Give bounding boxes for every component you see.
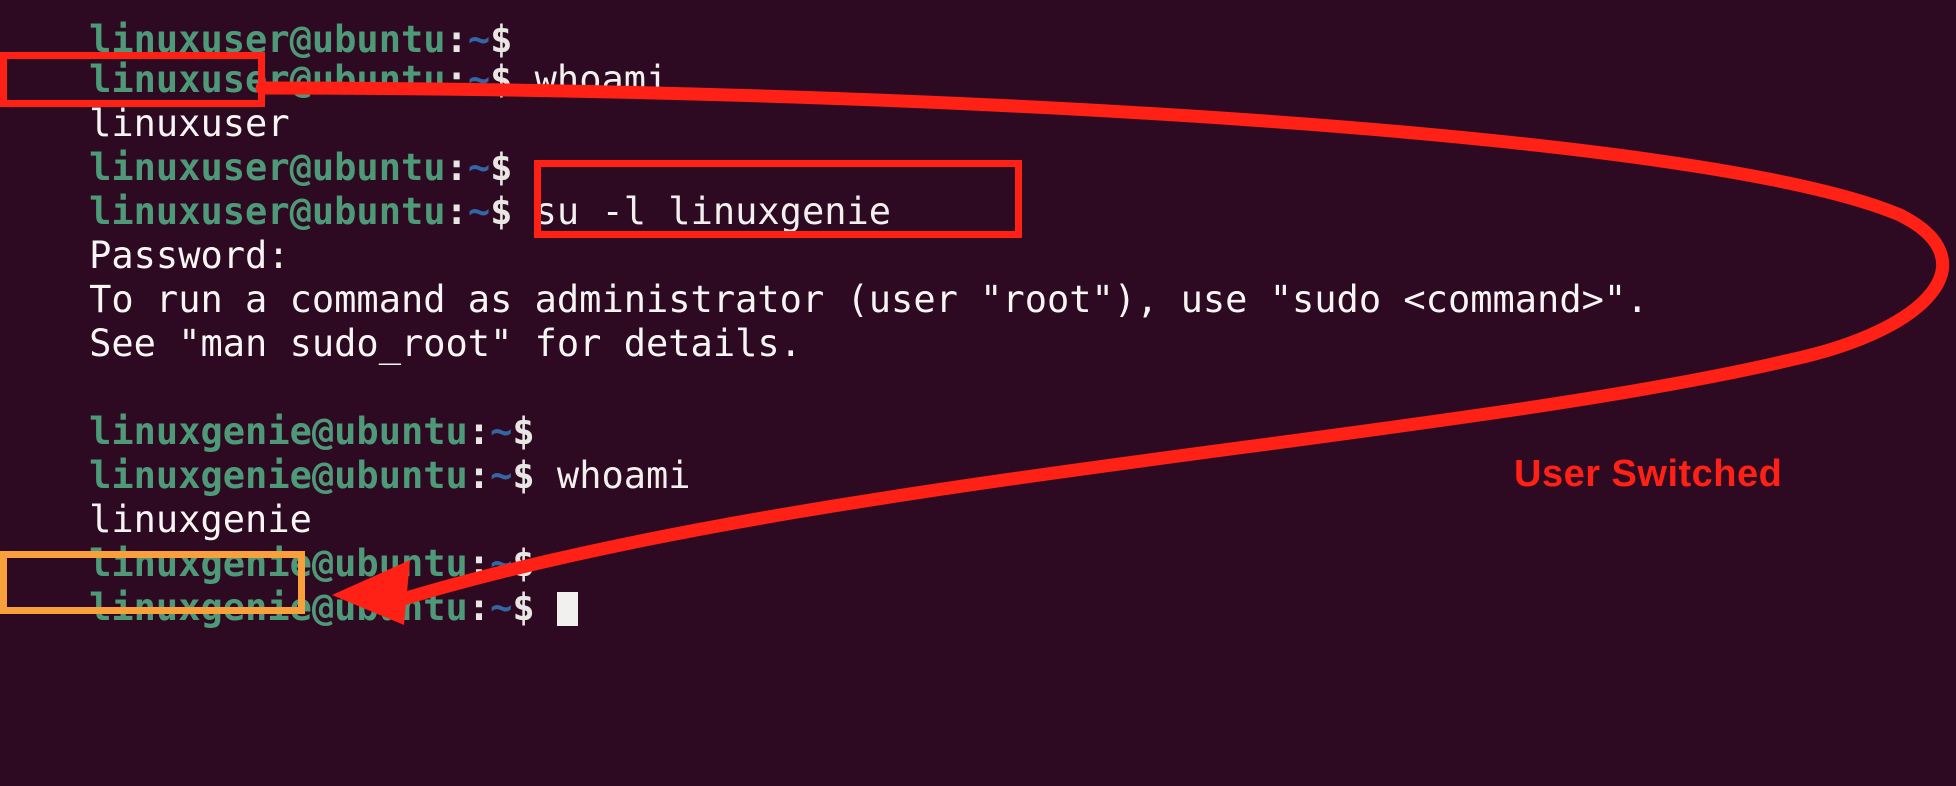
prompt-dollar: $: [490, 58, 513, 101]
prompt-separator: :: [467, 586, 491, 629]
command-text: whoami: [534, 454, 691, 497]
command-text: whoami: [512, 58, 669, 101]
highlight-box-su-command: [534, 160, 1022, 238]
prompt-tilde: ~: [467, 58, 491, 101]
highlight-box-linuxgenie: [0, 551, 305, 614]
prompt-tilde: ~: [490, 454, 513, 497]
terminal-window[interactable]: linuxuser@ubuntu:~$ linuxuser@ubuntu:~$ …: [0, 0, 1956, 786]
output-text: See "man sudo_root" for details.: [89, 322, 802, 365]
text-cursor: [556, 592, 578, 626]
callout-user-switched: User Switched: [1514, 453, 1783, 495]
prompt-tilde: ~: [490, 586, 513, 629]
prompt-dollar: $: [512, 454, 535, 497]
prompt-separator: :: [445, 58, 468, 101]
prompt-separator: :: [467, 454, 491, 497]
prompt-dollar: $: [512, 586, 535, 629]
highlight-box-linuxuser: [0, 52, 265, 107]
prompt-separator: :: [445, 190, 468, 233]
prompt-tilde: ~: [467, 190, 491, 233]
prompt-dollar: $: [490, 190, 513, 233]
